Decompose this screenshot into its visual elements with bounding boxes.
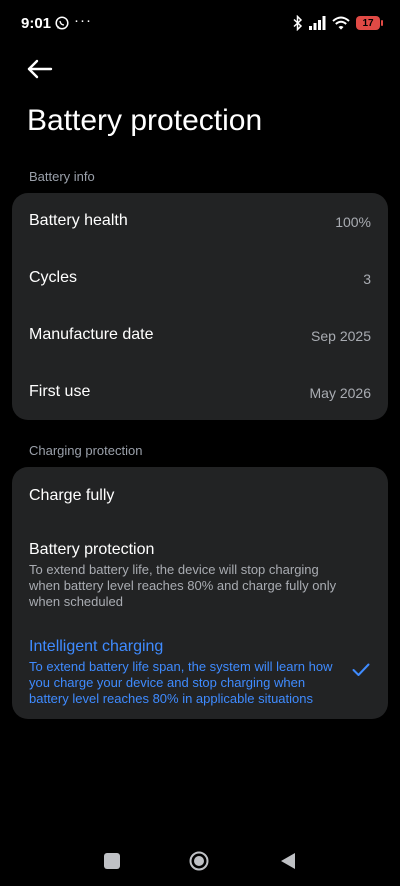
- status-icons: 17: [293, 14, 383, 32]
- option-title: Charge fully: [29, 487, 115, 504]
- info-row-first-use: First use May 2026: [12, 364, 388, 421]
- info-value: Sep 2025: [311, 328, 371, 344]
- charging-protection-card: Charge fully Battery protection To exten…: [12, 467, 388, 719]
- option-description: To extend battery life span, the system …: [29, 659, 333, 706]
- section-label-charging-protection: Charging protection: [29, 443, 143, 458]
- status-bar: 9:01 ··· 17: [0, 0, 400, 48]
- signal-icon: [309, 16, 326, 30]
- battery-icon: 17: [356, 16, 383, 30]
- recents-icon[interactable]: [104, 853, 120, 869]
- option-title: Intelligent charging: [29, 638, 164, 655]
- whatsapp-icon: [55, 16, 69, 30]
- bluetooth-icon: [293, 15, 303, 31]
- option-intelligent-charging[interactable]: Intelligent charging To extend battery l…: [12, 621, 388, 719]
- info-row-manufacture-date: Manufacture date Sep 2025: [12, 307, 388, 364]
- status-time: 9:01: [21, 15, 52, 32]
- option-title: Battery protection: [29, 541, 155, 558]
- navigation-bar: [0, 835, 400, 886]
- page-title: Battery protection: [27, 104, 263, 137]
- info-label: First use: [29, 383, 91, 400]
- check-icon: [352, 663, 370, 676]
- info-value: 3: [363, 271, 371, 287]
- info-value: May 2026: [309, 385, 371, 401]
- info-label: Battery health: [29, 212, 128, 229]
- back-arrow-icon[interactable]: [22, 54, 58, 84]
- wifi-icon: [332, 16, 350, 30]
- info-row-cycles: Cycles 3: [12, 250, 388, 307]
- info-label: Manufacture date: [29, 326, 154, 343]
- info-row-battery-health: Battery health 100%: [12, 193, 388, 250]
- status-more-dots: ···: [74, 12, 92, 29]
- screen: 9:01 ··· 17 Battery protection Battery i…: [0, 0, 400, 886]
- battery-info-card: Battery health 100% Cycles 3 Manufacture…: [12, 193, 388, 420]
- info-value: 100%: [335, 214, 371, 230]
- back-icon[interactable]: [280, 852, 296, 870]
- battery-level: 17: [362, 17, 374, 29]
- home-icon[interactable]: [189, 851, 209, 871]
- option-charge-fully[interactable]: Charge fully: [12, 467, 388, 524]
- section-label-battery-info: Battery info: [29, 169, 95, 184]
- option-battery-protection[interactable]: Battery protection To extend battery lif…: [12, 524, 388, 621]
- info-label: Cycles: [29, 269, 78, 286]
- option-description: To extend battery life, the device will …: [29, 562, 337, 609]
